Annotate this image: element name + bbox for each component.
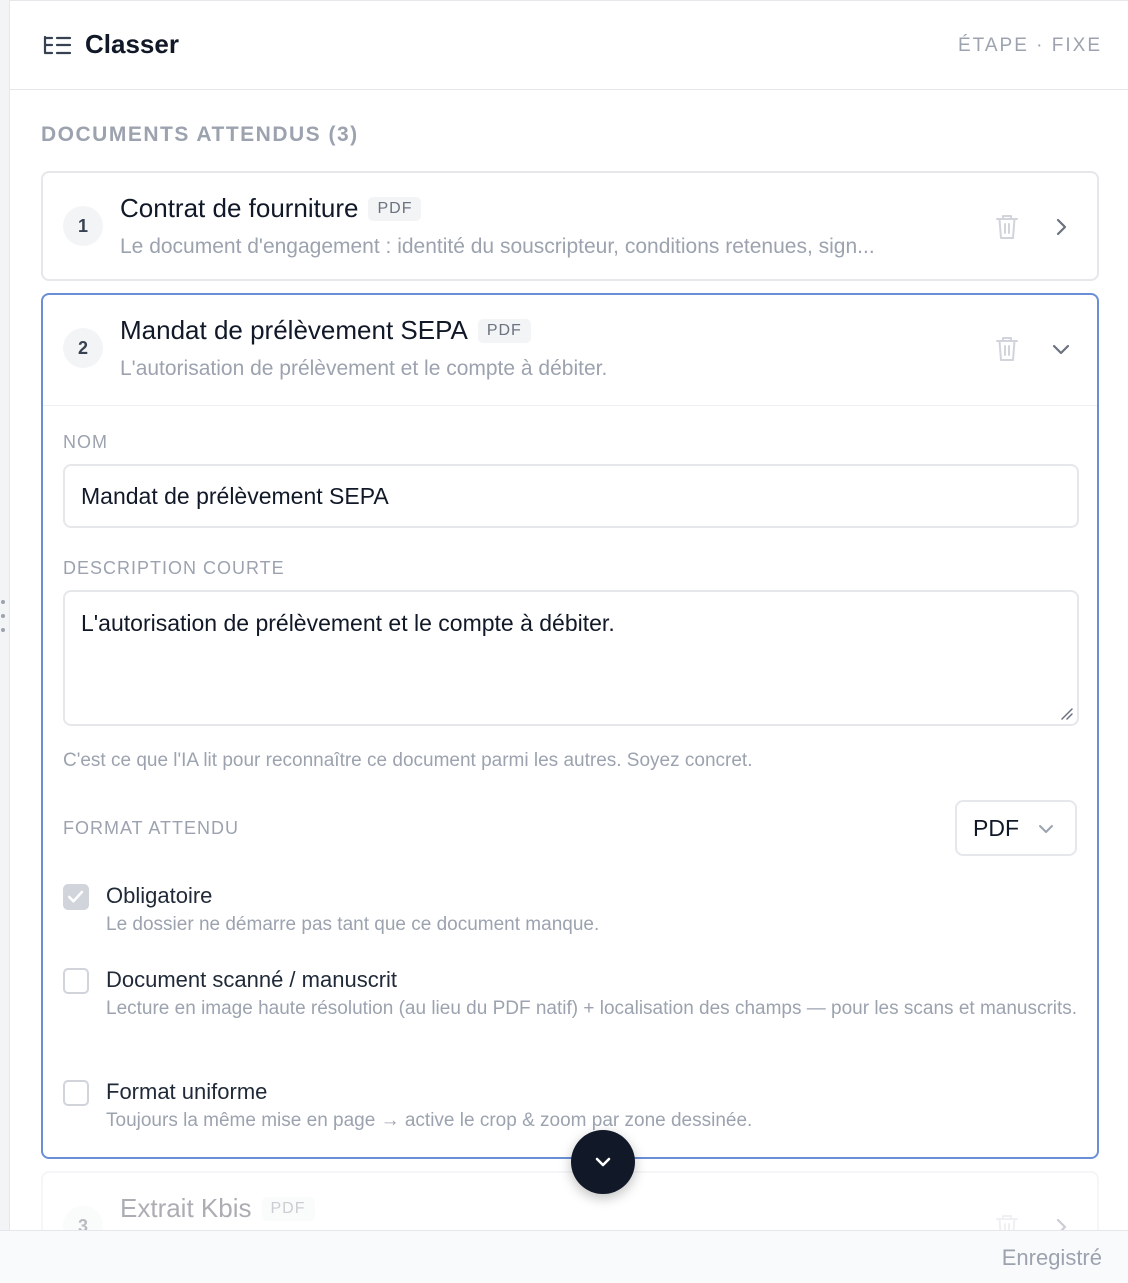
footer-bar: Enregistré [0, 1230, 1128, 1283]
trash-icon[interactable] [995, 1213, 1019, 1231]
document-card-expanded[interactable]: 2 Mandat de prélèvement SEPA PDF L'autori… [41, 293, 1099, 1159]
uniform-format-checkbox[interactable] [63, 1080, 89, 1106]
step-label: ÉTAPE · FIXE [957, 35, 1102, 56]
tree-list-icon [43, 35, 72, 55]
document-number: 1 [63, 206, 103, 246]
document-name: Contrat de fourniture PDF [120, 193, 422, 224]
grip-dot [1, 614, 5, 618]
name-input[interactable]: Mandat de prélèvement SEPA [63, 464, 1079, 528]
description-label: DESCRIPTION COURTE [63, 558, 285, 578]
save-status: Enregistré [1001, 1245, 1102, 1270]
section-label: DOCUMENTS ATTENDUS (3) [41, 123, 359, 146]
format-select-value: PDF [973, 814, 1019, 841]
name-label: NOM [63, 432, 108, 452]
grip-dot [1, 628, 5, 632]
obligatoire-checkbox[interactable] [63, 884, 89, 910]
document-card[interactable]: 1 Contrat de fourniture PDF Le document d… [41, 171, 1099, 281]
document-name-text: Mandat de prélèvement SEPA [120, 315, 468, 345]
trash-icon[interactable] [995, 335, 1019, 363]
document-editor: NOM Mandat de prélèvement SEPA DESCRIPTI… [43, 405, 1097, 1156]
trash-icon[interactable] [995, 213, 1019, 241]
description-hint: C'est ce que l'IA lit pour reconnaître c… [63, 750, 753, 771]
panel-title: Classer [85, 29, 179, 59]
document-name: Extrait Kbis PDF [120, 1193, 315, 1224]
document-name-text: Extrait Kbis [120, 1193, 252, 1223]
description-textarea[interactable]: L'autorisation de prélèvement et le comp… [63, 590, 1079, 726]
card-header[interactable]: 2 Mandat de prélèvement SEPA PDF L'autori… [43, 295, 1097, 405]
card-header[interactable]: 3 Extrait Kbis PDF [43, 1173, 1097, 1231]
format-label: FORMAT ATTENDU [63, 818, 239, 838]
chevron-right-icon[interactable] [1051, 1217, 1071, 1231]
resize-grip-icon[interactable] [1059, 706, 1073, 720]
classify-panel: Classer ÉTAPE · FIXE DOCUMENTS ATTENDUS … [10, 0, 1128, 1231]
document-number: 3 [63, 1206, 103, 1231]
description-text: L'autorisation de prélèvement et le comp… [81, 610, 615, 636]
option-title: Obligatoire [106, 883, 213, 908]
format-tag: PDF [368, 197, 422, 221]
format-tag: PDF [477, 319, 531, 343]
format-tag: PDF [261, 1197, 315, 1221]
chevron-down-icon [595, 1157, 611, 1167]
format-select[interactable]: PDF [955, 800, 1077, 856]
panel-resize-handle[interactable] [0, 600, 6, 632]
document-number: 2 [63, 328, 103, 368]
option-title: Document scanné / manuscrit [106, 967, 398, 992]
scroll-down-button[interactable] [571, 1130, 635, 1194]
card-header[interactable]: 1 Contrat de fourniture PDF Le document d… [43, 173, 1097, 281]
option-description: Le dossier ne démarre pas tant que ce do… [106, 914, 600, 935]
panel-header: Classer ÉTAPE · FIXE [10, 1, 1128, 90]
scanned-document-checkbox[interactable] [63, 968, 89, 994]
chevron-down-icon[interactable] [1051, 339, 1071, 359]
check-icon [67, 890, 84, 903]
chevron-down-icon [1039, 825, 1053, 833]
grip-dot [1, 600, 5, 604]
chevron-right-icon[interactable] [1051, 217, 1071, 237]
document-description: Le document d'engagement : identité du s… [120, 235, 875, 258]
document-name: Mandat de prélèvement SEPA PDF [120, 315, 531, 346]
option-description: Lecture en image haute résolution (au li… [106, 998, 1078, 1019]
document-description: L'autorisation de prélèvement et le comp… [120, 357, 608, 380]
option-title: Format uniforme [106, 1079, 268, 1104]
document-name-text: Contrat de fourniture [120, 193, 359, 223]
document-card[interactable]: 3 Extrait Kbis PDF [41, 1171, 1099, 1231]
